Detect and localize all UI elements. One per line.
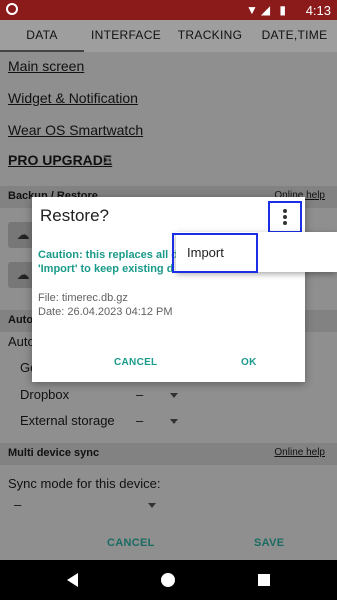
storage-label-external: External storage [20, 413, 115, 428]
save-button[interactable]: SAVE [254, 537, 284, 549]
status-bar: ▼◢ ▮ 4:13 [0, 0, 337, 20]
wear-os-link[interactable]: Wear OS Smartwatch [8, 122, 143, 138]
multi-device-section: Multi device sync Online help [0, 443, 337, 465]
warning-line: 'Import' to keep existing d [38, 263, 174, 275]
restore-dialog: Restore? Caution: this replaces all d 'I… [32, 197, 305, 382]
notification-icon [6, 3, 18, 15]
backup-file-info: File: timerec.db.gz Date: 26.04.2023 04:… [38, 291, 173, 319]
close-icon[interactable]: ✕ [102, 152, 114, 169]
pro-upgrade-link[interactable]: PRO UPGRADE [8, 152, 112, 168]
online-help-link[interactable]: Online help [274, 447, 325, 458]
tab-date-time[interactable]: DATE,TIME [252, 20, 337, 52]
back-icon[interactable] [67, 573, 78, 587]
dialog-ok-button[interactable]: OK [241, 357, 257, 368]
import-menu-item[interactable]: Import [172, 233, 258, 273]
section-title: Multi device sync [8, 447, 100, 459]
section-title: Auto [8, 314, 34, 326]
sync-mode-value[interactable]: – [14, 497, 21, 512]
file-name: File: timerec.db.gz [38, 292, 128, 304]
storage-value[interactable]: – [136, 387, 143, 402]
main-screen-link[interactable]: Main screen [8, 58, 84, 74]
chevron-down-icon[interactable] [170, 393, 178, 398]
warning-text: Caution: this replaces all d 'Import' to… [38, 248, 178, 276]
storage-label-dropbox: Dropbox [20, 387, 70, 402]
tab-data[interactable]: DATA [0, 20, 84, 52]
auto-row-label: Auto [8, 334, 35, 349]
sync-mode-label: Sync mode for this device: [8, 476, 161, 491]
tab-bar: DATA INTERFACE TRACKING DATE,TIME [0, 20, 337, 52]
cancel-button[interactable]: CANCEL [107, 537, 155, 549]
chevron-down-icon[interactable] [170, 419, 178, 424]
more-vert-icon [283, 209, 287, 225]
dialog-title: Restore? [40, 206, 109, 225]
clock: 4:13 [305, 3, 331, 18]
overflow-popup-menu: Import [172, 232, 337, 273]
signal-battery-icons: ▼◢ ▮ [245, 3, 289, 17]
navigation-bar [0, 560, 337, 600]
widget-notification-link[interactable]: Widget & Notification [8, 90, 138, 106]
storage-value[interactable]: – [136, 413, 143, 428]
warning-line: Caution: this replaces all d [38, 249, 178, 261]
overflow-menu-button[interactable] [268, 201, 302, 233]
chevron-down-icon[interactable] [148, 503, 156, 508]
tab-tracking[interactable]: TRACKING [168, 20, 252, 52]
recent-apps-icon[interactable] [258, 574, 270, 586]
home-icon[interactable] [161, 573, 175, 587]
file-date: Date: 26.04.2023 04:12 PM [38, 306, 173, 318]
tab-interface[interactable]: INTERFACE [84, 20, 168, 52]
dialog-cancel-button[interactable]: CANCEL [114, 357, 157, 368]
